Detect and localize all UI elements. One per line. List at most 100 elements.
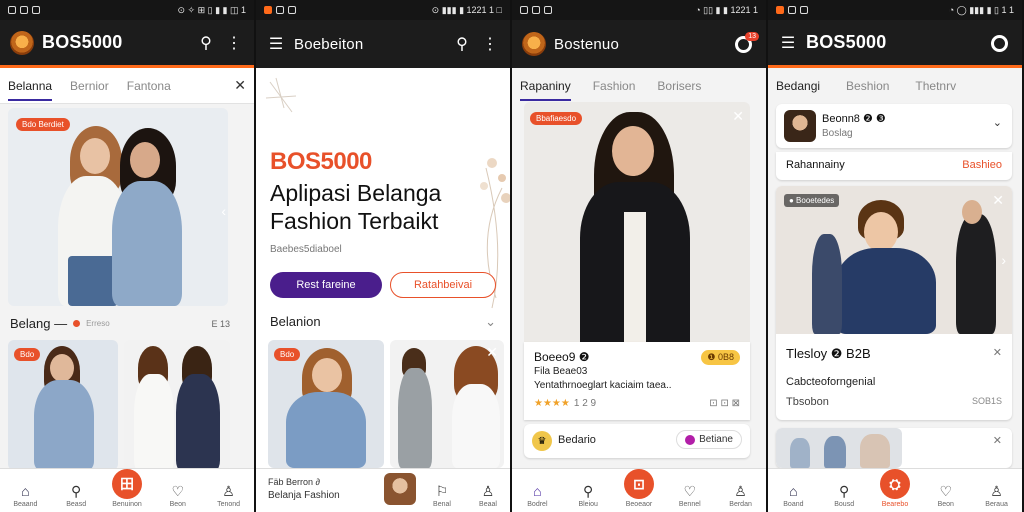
nav-profile[interactable]: ♙ Tenond [209,483,249,508]
action-row[interactable]: Rahannainy Bashieo [776,152,1012,180]
heart-icon: ♡ [171,483,185,499]
search-icon: ⚲ [583,483,594,499]
notification-icon[interactable]: 13 [734,32,759,55]
price-badge[interactable]: ❶ 0B8 [701,350,740,365]
nav-center[interactable]: 田 Benuinon [107,469,147,508]
tab-belanna[interactable]: Belanna [8,79,53,101]
close-icon[interactable]: ✕ [732,108,744,125]
nav-label: Beon [937,501,954,508]
heart-icon: ♡ [683,483,697,499]
search-icon[interactable]: ⚲ [452,34,472,54]
tab-fashion[interactable]: Fashion [593,79,636,93]
bottom-nav: Fäb Berron ∂ Belanja Fashion ⚐ Benal ♙ Bea… [256,468,510,512]
rating-count: 1 2 9 [573,398,597,409]
close-icon[interactable]: ✕ [486,344,498,361]
chevron-right-icon[interactable]: › [1001,252,1006,268]
tab-bar: Belanna Bernior Fantona ✕ [0,68,254,104]
chat-icon [685,434,696,445]
secondary-button[interactable]: Ratahbeivai [390,272,496,298]
action-icons[interactable]: ⊡ ⊡ ⊠ [709,398,740,409]
tab-bedangi[interactable]: Bedangi [776,79,820,93]
product-image-2[interactable]: ✕ [390,340,504,468]
small-tag: Bdo [274,348,301,361]
nav-profile[interactable]: ♙ Beraua [977,483,1017,508]
person-icon: ♙ [481,483,495,499]
status-bar: ⊙ ▮▮▮ ▮ 1221 1 □ [256,0,510,20]
nav-center[interactable]: ⛭ Bearebo [875,469,915,508]
hero-image[interactable]: Bdo Berdiet ‹ [8,108,228,306]
tab-borisers[interactable]: Borisers [657,79,701,93]
search-icon: ⚲ [71,483,82,499]
avatar [784,110,816,142]
more-menu-icon[interactable]: ⋮ [224,33,244,53]
product-image-1[interactable]: Bdo [8,340,118,470]
seller-row[interactable]: ♛ Bedario Betiane [524,424,750,458]
screen-2: ⊙ ▮▮▮ ▮ 1221 1 □ ☰ Boebeiton ⚲ ⋮ BOS5000… [256,0,510,512]
nav-search[interactable]: ⚲ Beasd [56,483,96,508]
seller-follow-button[interactable]: Betiane [676,430,742,449]
row-action-link[interactable]: Bashieo [962,159,1002,171]
more-menu-icon[interactable]: ⋮ [480,34,500,54]
nav-label: Bodrel [527,501,548,508]
chevron-down-icon[interactable]: ⌄ [485,314,496,330]
card-close-icon[interactable]: ✕ [993,346,1002,359]
primary-button[interactable]: Rest fareine [270,272,382,298]
product-image-2[interactable] [124,340,230,470]
nav-home[interactable]: ⌂ Boand [773,483,813,508]
nav-search[interactable]: ⚲ Bousd [824,483,864,508]
hamburger-menu-icon[interactable]: ☰ [266,34,286,54]
bottom-nav: ⌂ Beaand ⚲ Beasd 田 Benuinon ♡ Beon ♙ Tenond [0,468,254,512]
user-row[interactable]: Beonn8 ❷ ❸ Boslag ⌄ [776,104,1012,148]
tab-beshion[interactable]: Beshion [846,79,889,93]
seller-name: Bedario [558,434,596,446]
hamburger-menu-icon[interactable]: ☰ [778,33,798,53]
close-icon[interactable]: ✕ [234,77,246,94]
nav-home[interactable]: ⌂ Beaand [5,483,45,508]
hero-product-image[interactable]: Bbafiaesdo ✕ [524,102,750,342]
nav-search[interactable]: ⚲ Bleiou [568,483,608,508]
nav-center[interactable]: ⊡ Beoeaor [619,469,659,508]
section-header: Belanion ⌄ [270,314,496,330]
product-info-card[interactable]: Boeeo9 ❷ Fila Beae03 Yentathrnoeglart ka… [524,342,750,420]
video-thumbnail[interactable]: ● Booetedes ✕ › [776,186,1012,334]
search-icon: ⚲ [839,483,850,499]
seller-button-label: Betiane [699,434,733,445]
nav-label: Beaand [13,501,38,508]
video-card[interactable]: ● Booetedes ✕ › Tlesloy ❷ B2B ✕ Cabcteof… [776,186,1012,420]
app-title: Boebeiton [294,35,364,53]
next-card-preview[interactable]: ✕ [776,428,1012,468]
section-header: Belang — Erreso E 13 [10,316,230,331]
tab-bernior[interactable]: Bernior [70,79,109,93]
nav-favorites[interactable]: ♡ Beon [158,483,198,508]
brand-logo-icon [10,30,34,55]
close-icon[interactable]: ✕ [993,434,1002,447]
product-image-1[interactable]: Bdo [268,340,384,468]
nav-bookmarks[interactable]: ⚐ Benal [422,483,462,508]
notification-icon[interactable] [990,32,1012,54]
nav-favorites[interactable]: ♡ Beon [926,483,966,508]
nav-label: Boand [783,501,804,508]
close-icon[interactable]: ✕ [992,192,1004,209]
tab-fantona[interactable]: Fantona [127,79,171,93]
chevron-down-icon[interactable]: ⌄ [993,116,1002,129]
app-title: BOS5000 [806,32,887,52]
section-title: Belanion [270,314,321,329]
nav-profile[interactable]: ♙ Berdan [721,483,761,508]
nav-profile[interactable]: ♙ Beaal [468,483,508,508]
nav-label: Berdan [729,501,752,508]
search-icon[interactable]: ⚲ [196,33,216,53]
headline-line-2: Fashion Terbaikt [270,208,439,234]
avatar[interactable] [384,472,416,505]
tab-thetnrv[interactable]: Thetnrv [915,79,956,93]
nav-favorites[interactable]: ♡ Bennel [670,483,710,508]
chevron-right-icon[interactable]: ‹ [221,203,226,219]
app-bar: ☰ BOS5000 [768,20,1022,68]
nav-home[interactable]: ⌂ Bodrel [517,483,557,508]
video-tag: ● Booetedes [784,194,840,207]
product-title: Boeeo9 ❷ [534,350,590,364]
section-title: Belang — [10,316,68,331]
subtitle: Baebes5diaboel [270,244,342,255]
tab-rapaniny[interactable]: Rapaniny [520,79,571,101]
card-count: SOB1S [971,396,1002,406]
status-bar: ◔ ▯▯ ▮ ▮ 1221 1 [512,0,766,20]
